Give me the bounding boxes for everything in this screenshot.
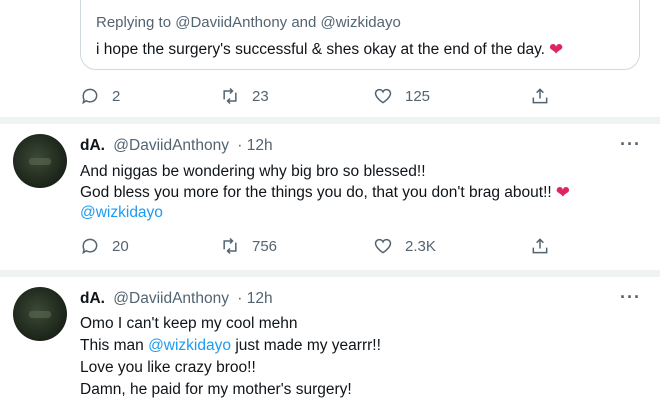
like-icon	[374, 88, 392, 104]
reply-icon	[82, 238, 98, 255]
tweet-actions: 20 756 2.3K	[80, 236, 550, 260]
reply-count: 20	[112, 237, 129, 255]
replying-to-mention-2[interactable]: @wizkidayo	[321, 14, 401, 31]
quoted-actions: 2 23 125	[80, 86, 550, 110]
heart-emoji: ❤	[549, 40, 564, 59]
like-count: 125	[405, 87, 431, 105]
share-button[interactable]	[530, 236, 562, 256]
tweet-text: And niggas be wondering why big bro so b…	[80, 162, 570, 224]
tweet-text: Omo I can't keep my cool mehn This man @…	[80, 313, 381, 401]
share-button[interactable]	[530, 86, 562, 106]
replying-prefix: Replying to	[96, 14, 172, 31]
tweet-line: This man @wizkidayo just made my yearrr!…	[80, 337, 381, 354]
retweet-button[interactable]: 23	[220, 86, 269, 106]
tweet-line: And niggas be wondering why big bro so b…	[80, 163, 426, 180]
divider	[0, 117, 660, 124]
handle[interactable]: @DaviidAnthony	[113, 290, 229, 307]
reply-count: 2	[112, 87, 121, 105]
retweet-count: 23	[252, 87, 269, 105]
replying-to-mention[interactable]: @DaviidAnthony	[175, 14, 287, 31]
reply-icon	[82, 88, 98, 105]
handle[interactable]: @DaviidAnthony	[113, 137, 229, 154]
quoted-text: i hope the surgery's successful & shes o…	[96, 41, 545, 58]
more-icon[interactable]: ···	[620, 134, 641, 155]
divider	[0, 270, 660, 277]
timestamp[interactable]: · 12h	[237, 290, 272, 307]
avatar[interactable]	[13, 134, 67, 188]
timestamp[interactable]: · 12h	[237, 137, 272, 154]
like-count: 2.3K	[405, 237, 436, 255]
retweet-button[interactable]: 756	[220, 236, 277, 256]
display-name[interactable]: dA.	[80, 290, 105, 307]
mention-link[interactable]: @wizkidayo	[80, 204, 163, 221]
display-name[interactable]: dA.	[80, 137, 105, 154]
like-button[interactable]: 125	[373, 86, 430, 106]
replying-to-line: Replying to @DaviidAnthony and @wizkiday…	[96, 14, 401, 31]
share-icon	[532, 88, 548, 104]
like-icon	[374, 238, 392, 254]
avatar[interactable]	[13, 287, 67, 341]
more-icon[interactable]: ···	[620, 287, 641, 308]
replying-and: and	[291, 14, 317, 31]
tweet[interactable]: dA. @DaviidAnthony · 12h ··· Omo I can't…	[0, 277, 660, 400]
mention-link[interactable]: @wizkidayo	[148, 337, 231, 354]
tweet-line: God bless you more for the things you do…	[80, 182, 570, 202]
retweet-icon	[223, 87, 237, 105]
like-button[interactable]: 2.3K	[373, 236, 436, 256]
heart-emoji: ❤	[555, 182, 570, 202]
quoted-reply-text: i hope the surgery's successful & shes o…	[96, 40, 563, 60]
tweet-line: Damn, he paid for my mother's surgery!	[80, 381, 352, 398]
reply-button[interactable]: 20	[80, 236, 129, 256]
retweet-icon	[223, 237, 237, 255]
tweet-line: Omo I can't keep my cool mehn	[80, 315, 298, 332]
retweet-count: 756	[252, 237, 278, 255]
tweet-header: dA. @DaviidAnthony · 12h	[80, 290, 273, 308]
quoted-reply-card[interactable]: Replying to @DaviidAnthony and @wizkiday…	[80, 0, 640, 70]
tweet-header: dA. @DaviidAnthony · 12h	[80, 137, 273, 155]
share-icon	[532, 238, 548, 254]
reply-button[interactable]: 2	[80, 86, 120, 106]
tweet-line: Love you like crazy broo!!	[80, 359, 256, 376]
